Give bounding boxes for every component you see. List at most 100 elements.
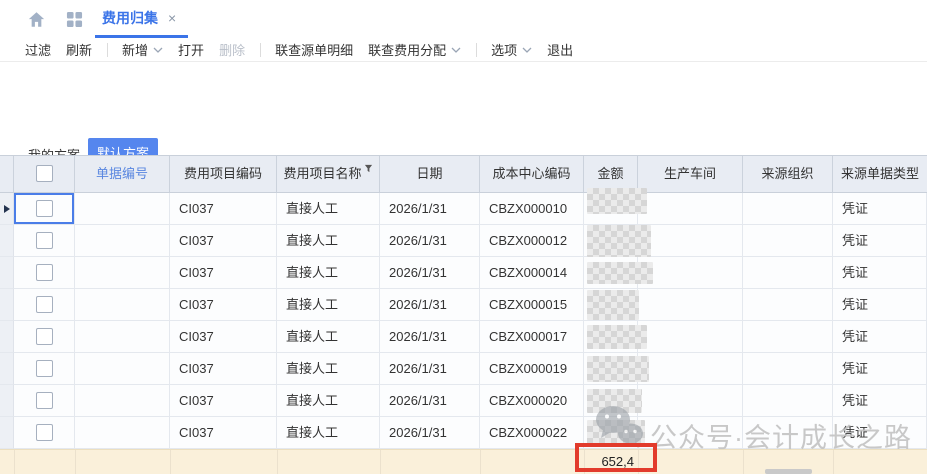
cell-bill-no[interactable] xyxy=(75,385,170,417)
cell-date[interactable]: 2026/1/31 xyxy=(380,289,480,321)
cell-workshop[interactable] xyxy=(638,353,743,385)
table-row[interactable]: CI037 直接人工 2026/1/31 CBZX000020 凭证 xyxy=(0,385,927,417)
row-checkbox[interactable] xyxy=(36,296,53,313)
toolbar-button-link-expense-allocation[interactable]: 联查费用分配 xyxy=(368,40,461,59)
cell-expense-item-name[interactable]: 直接人工 xyxy=(277,321,380,353)
cell-workshop[interactable] xyxy=(638,257,743,289)
cell-date[interactable]: 2026/1/31 xyxy=(380,257,480,289)
row-checkbox[interactable] xyxy=(36,232,53,249)
cell-source-org[interactable] xyxy=(743,257,833,289)
cell-expense-item-name[interactable]: 直接人工 xyxy=(277,289,380,321)
cell-source-org[interactable] xyxy=(743,353,833,385)
cell-date[interactable]: 2026/1/31 xyxy=(380,225,480,257)
cell-source-org[interactable] xyxy=(743,289,833,321)
toolbar-button-filter[interactable]: 过滤 xyxy=(25,40,51,59)
cell-bill-no[interactable] xyxy=(75,417,170,449)
cell-source-org[interactable] xyxy=(743,193,833,225)
cell-workshop[interactable] xyxy=(638,321,743,353)
table-row[interactable]: CI037 直接人工 2026/1/31 CBZX000022 凭证 xyxy=(0,417,927,449)
table-row[interactable]: CI037 直接人工 2026/1/31 CBZX000014 凭证 xyxy=(0,257,927,289)
table-row[interactable]: CI037 直接人工 2026/1/31 CBZX000012 凭证 xyxy=(0,225,927,257)
cell-expense-item-code[interactable]: CI037 xyxy=(170,225,277,257)
toolbar-button-open[interactable]: 打开 xyxy=(178,40,204,59)
cell-bill-no[interactable] xyxy=(75,321,170,353)
cell-source-doc-type[interactable]: 凭证 xyxy=(833,225,927,257)
row-select-cell[interactable] xyxy=(14,225,75,257)
cell-expense-item-code[interactable]: CI037 xyxy=(170,257,277,289)
row-checkbox[interactable] xyxy=(36,200,53,217)
cell-source-doc-type[interactable]: 凭证 xyxy=(833,417,927,449)
horizontal-scrollbar-thumb[interactable] xyxy=(765,469,812,474)
row-checkbox[interactable] xyxy=(36,264,53,281)
filter-funnel-icon[interactable] xyxy=(364,164,373,173)
row-select-cell[interactable] xyxy=(14,289,75,321)
toolbar-button-link-source-detail[interactable]: 联查源单明细 xyxy=(275,40,353,59)
row-select-cell[interactable] xyxy=(14,321,75,353)
header-select-all[interactable] xyxy=(14,156,75,192)
cell-cost-center-code[interactable]: CBZX000014 xyxy=(480,257,584,289)
cell-bill-no[interactable] xyxy=(75,225,170,257)
cell-bill-no[interactable] xyxy=(75,289,170,321)
toolbar-button-options[interactable]: 选项 xyxy=(491,40,532,59)
row-select-cell[interactable] xyxy=(14,257,75,289)
cell-cost-center-code[interactable]: CBZX000020 xyxy=(480,385,584,417)
cell-source-doc-type[interactable]: 凭证 xyxy=(833,289,927,321)
cell-source-org[interactable] xyxy=(743,417,833,449)
cell-date[interactable]: 2026/1/31 xyxy=(380,353,480,385)
cell-bill-no[interactable] xyxy=(75,193,170,225)
header-date[interactable]: 日期 xyxy=(380,156,480,192)
cell-expense-item-name[interactable]: 直接人工 xyxy=(277,225,380,257)
toolbar-button-exit[interactable]: 退出 xyxy=(547,40,573,59)
cell-cost-center-code[interactable]: CBZX000017 xyxy=(480,321,584,353)
cell-expense-item-code[interactable]: CI037 xyxy=(170,385,277,417)
cell-cost-center-code[interactable]: CBZX000015 xyxy=(480,289,584,321)
cell-source-org[interactable] xyxy=(743,225,833,257)
cell-bill-no[interactable] xyxy=(75,353,170,385)
home-icon[interactable] xyxy=(28,11,45,28)
row-select-cell[interactable] xyxy=(14,385,75,417)
cell-source-doc-type[interactable]: 凭证 xyxy=(833,321,927,353)
toolbar-button-refresh[interactable]: 刷新 xyxy=(66,40,92,59)
toolbar-button-new[interactable]: 新增 xyxy=(122,40,163,59)
cell-expense-item-code[interactable]: CI037 xyxy=(170,321,277,353)
header-source-doc-type[interactable]: 来源单据类型 xyxy=(833,156,927,192)
cell-workshop[interactable] xyxy=(638,289,743,321)
cell-expense-item-code[interactable]: CI037 xyxy=(170,417,277,449)
cell-source-doc-type[interactable]: 凭证 xyxy=(833,353,927,385)
cell-expense-item-name[interactable]: 直接人工 xyxy=(277,257,380,289)
tab-close-icon[interactable]: × xyxy=(168,10,176,26)
table-row[interactable]: CI037 直接人工 2026/1/31 CBZX000015 凭证 xyxy=(0,289,927,321)
table-row[interactable]: CI037 直接人工 2026/1/31 CBZX000010 凭证 xyxy=(0,193,927,225)
cell-date[interactable]: 2026/1/31 xyxy=(380,417,480,449)
cell-workshop[interactable] xyxy=(638,193,743,225)
cell-workshop[interactable] xyxy=(638,225,743,257)
table-row[interactable]: CI037 直接人工 2026/1/31 CBZX000017 凭证 xyxy=(0,321,927,353)
row-checkbox[interactable] xyxy=(36,360,53,377)
cell-cost-center-code[interactable]: CBZX000012 xyxy=(480,225,584,257)
tab-expense-collection[interactable]: 费用归集 × xyxy=(95,0,188,38)
cell-workshop[interactable] xyxy=(638,385,743,417)
select-all-checkbox[interactable] xyxy=(36,165,53,182)
header-workshop[interactable]: 生产车间 xyxy=(638,156,743,192)
cell-cost-center-code[interactable]: CBZX000019 xyxy=(480,353,584,385)
row-select-cell[interactable] xyxy=(14,353,75,385)
cell-expense-item-name[interactable]: 直接人工 xyxy=(277,417,380,449)
cell-expense-item-name[interactable]: 直接人工 xyxy=(277,353,380,385)
cell-source-doc-type[interactable]: 凭证 xyxy=(833,193,927,225)
row-checkbox[interactable] xyxy=(36,392,53,409)
row-select-cell[interactable] xyxy=(14,193,75,225)
row-checkbox[interactable] xyxy=(36,328,53,345)
cell-source-org[interactable] xyxy=(743,321,833,353)
header-expense-item-code[interactable]: 费用项目编码 xyxy=(170,156,277,192)
cell-bill-no[interactable] xyxy=(75,257,170,289)
header-bill-no[interactable]: 单据编号 xyxy=(75,156,170,192)
cell-expense-item-code[interactable]: CI037 xyxy=(170,353,277,385)
cell-source-org[interactable] xyxy=(743,385,833,417)
cell-date[interactable]: 2026/1/31 xyxy=(380,321,480,353)
apps-grid-icon[interactable] xyxy=(66,11,83,28)
header-cost-center-code[interactable]: 成本中心编码 xyxy=(480,156,584,192)
cell-expense-item-name[interactable]: 直接人工 xyxy=(277,385,380,417)
cell-date[interactable]: 2026/1/31 xyxy=(380,193,480,225)
header-expense-item-name[interactable]: 费用项目名称 xyxy=(277,156,380,192)
cell-expense-item-code[interactable]: CI037 xyxy=(170,193,277,225)
